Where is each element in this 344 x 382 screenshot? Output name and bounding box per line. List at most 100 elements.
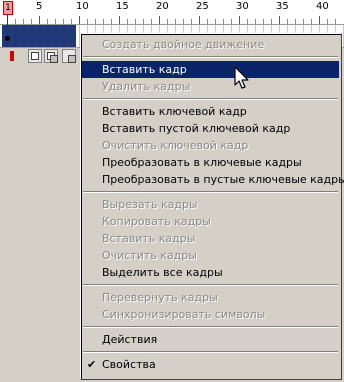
menu-item-label: Вставить пустой ключевой кадр (102, 122, 291, 135)
menu-item-label: Копировать кадры (102, 215, 211, 228)
menu-item: Вырезать кадры (82, 196, 339, 213)
menu-item: Перевернуть кадры (82, 289, 339, 306)
mouse-cursor-icon (234, 66, 249, 89)
menu-item[interactable]: Вставить кадр (82, 61, 339, 78)
menu-item: Удалить кадры (82, 78, 339, 95)
menu-item: Синхронизировать символы (82, 306, 339, 323)
ruler-tick (151, 19, 152, 24)
menu-item: Копировать кадры (82, 213, 339, 230)
ruler-tick (119, 16, 120, 24)
menu-item-label: Преобразовать в пустые ключевые кадры (102, 173, 344, 186)
ruler-number: 15 (116, 1, 129, 12)
selected-frames[interactable] (2, 25, 76, 47)
ruler-tick (79, 16, 80, 24)
menu-item-label: Вставить кадры (102, 232, 196, 245)
current-frame-marker (10, 51, 14, 61)
ruler-number: 5 (36, 1, 43, 12)
timeline-toolbar (0, 48, 84, 66)
ruler-tick (295, 19, 296, 24)
menu-separator (82, 95, 339, 103)
playhead[interactable]: 1 (3, 1, 13, 15)
ruler-tick (127, 19, 128, 24)
checkmark-icon: ✔ (87, 358, 97, 371)
menu-item-label: Вставить кадр (102, 63, 187, 76)
menu-item[interactable]: Выделить все кадры (82, 264, 339, 281)
ruler-tick (247, 19, 248, 24)
ruler-tick (271, 19, 272, 24)
ruler-tick (175, 19, 176, 24)
ruler-tick (279, 16, 280, 24)
ruler-number: 35 (276, 1, 289, 12)
onion-outline-icon-back (50, 55, 58, 63)
ruler-tick (111, 19, 112, 24)
ruler-tick (207, 19, 208, 24)
ruler-tick (335, 19, 336, 24)
ruler-tick (159, 16, 160, 24)
menu-separator (82, 53, 339, 61)
menu-item: Создать двойное движение (82, 36, 339, 53)
ruler-tick (199, 16, 200, 24)
menu-item[interactable]: Преобразовать в ключевые кадры (82, 154, 339, 171)
menu-item-label: Очистить кадры (102, 249, 197, 262)
ruler-tick (39, 16, 40, 24)
menu-separator (82, 348, 339, 356)
ruler-tick (263, 19, 264, 24)
menu-item[interactable]: Действия (82, 331, 339, 348)
ruler-tick (223, 19, 224, 24)
menu-separator (82, 188, 339, 196)
ruler-tick (191, 19, 192, 24)
menu-item-label: Выделить все кадры (102, 266, 223, 279)
context-menu: Создать двойное движение Вставить кадр Уда… (80, 33, 344, 380)
ruler-number: 40 (316, 1, 329, 12)
ruler-tick (255, 19, 256, 24)
edit-multiple-frames-button[interactable] (62, 49, 76, 63)
menu-item[interactable]: ✔ Свойства (82, 356, 339, 373)
menu-item[interactable]: Вставить пустой ключевой кадр (82, 120, 339, 137)
ruler-tick (311, 19, 312, 24)
ruler-tick (319, 16, 320, 24)
ruler-tick (87, 19, 88, 24)
ruler-tick (327, 19, 328, 24)
onion-skin-button[interactable] (28, 49, 42, 63)
ruler-tick (287, 19, 288, 24)
ruler-tick (135, 19, 136, 24)
menu-item-label: Преобразовать в ключевые кадры (102, 156, 302, 169)
multi-frame-icon (68, 55, 76, 63)
ruler-tick (239, 16, 240, 24)
menu-item: Вставить кадры (82, 230, 339, 247)
onion-skin-outlines-button[interactable] (44, 49, 58, 63)
ruler-tick (215, 19, 216, 24)
ruler-tick (231, 19, 232, 24)
menu-item-label: Синхронизировать символы (102, 308, 266, 321)
ruler-number: 25 (196, 1, 209, 12)
menu-item-label: Вставить ключевой кадр (102, 105, 247, 118)
menu-item[interactable]: Преобразовать в пустые ключевые кадры (82, 171, 344, 188)
menu-item-label: Создать двойное движение (102, 38, 265, 51)
ruler-tick (47, 19, 48, 24)
menu-separator (82, 323, 339, 331)
ruler-tick (15, 19, 16, 24)
ruler-tick (183, 19, 184, 24)
frame-ruler[interactable]: 1 5 10 15 20 25 30 35 40 (0, 0, 344, 25)
menu-item: Очистить ключевой кадр (82, 137, 339, 154)
menu-item-label: Вырезать кадры (102, 198, 198, 211)
menu-item[interactable]: Вставить ключевой кадр (82, 103, 339, 120)
menu-item-label: Очистить ключевой кадр (102, 139, 249, 152)
ruler-tick (95, 19, 96, 24)
menu-item-label: Удалить кадры (102, 80, 191, 93)
ruler-number: 10 (76, 1, 89, 12)
keyframe-dot (5, 36, 10, 41)
ruler-number: 20 (156, 1, 169, 12)
ruler-tick (63, 19, 64, 24)
context-menu-items: Создать двойное движение Вставить кадр Уда… (82, 36, 344, 373)
ruler-number: 30 (236, 1, 249, 12)
menu-item-label: Свойства (102, 358, 156, 371)
menu-item-label: Действия (102, 333, 158, 346)
ruler-tick (71, 19, 72, 24)
ruler-tick (23, 19, 24, 24)
ruler-tick (55, 19, 56, 24)
ruler-tick (143, 19, 144, 24)
menu-item: Очистить кадры (82, 247, 339, 264)
ruler-tick (167, 19, 168, 24)
menu-separator (82, 281, 339, 289)
